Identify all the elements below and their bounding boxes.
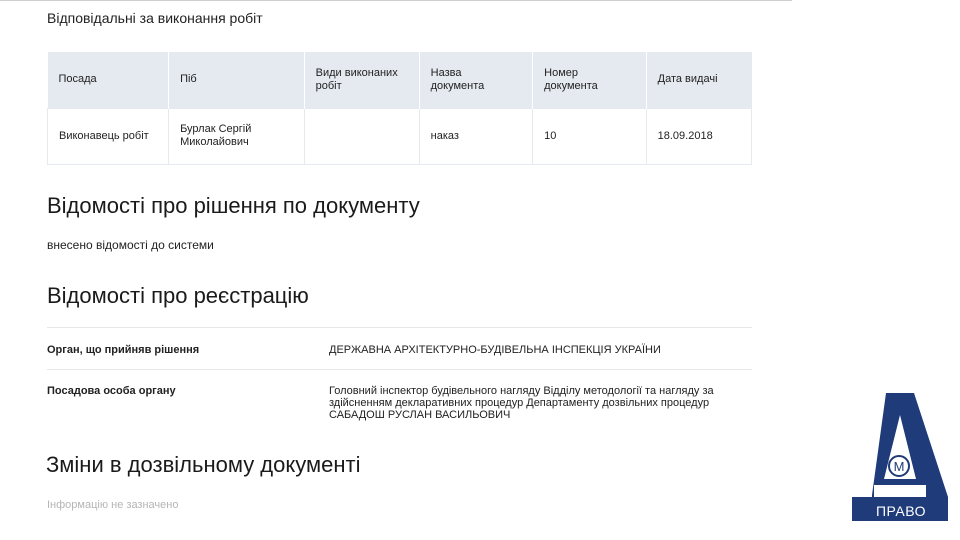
column-header-doc-name-text: Назва документа	[430, 66, 485, 92]
column-header-position: Посада	[47, 52, 170, 108]
decision-heading: Відомості про рішення по документу	[47, 193, 420, 218]
top-divider	[0, 0, 792, 1]
logo-text: ПРАВО	[875, 503, 927, 519]
changes-heading: Зміни в дозвільному документі	[46, 452, 361, 477]
registration-row-authority: Орган, що прийняв рішення ДЕРЖАВНА АРХІТ…	[47, 327, 752, 369]
registration-heading: Відомості про реєстрацію	[47, 283, 309, 308]
column-header-work-types: Види виконаних робіт	[304, 52, 420, 108]
responsible-table: Посада Піб Види виконаних робіт Назва до…	[46, 52, 753, 165]
column-header-doc-number-text: Номер документа	[544, 66, 598, 92]
cell-name-text: Бурлак Сергій Миколайович	[180, 123, 252, 148]
cell-name: Бурлак Сергій Миколайович	[168, 107, 305, 165]
table-header-row: Посада Піб Види виконаних робіт Назва до…	[47, 52, 752, 108]
registration-row-official: Посадова особа органу Головний інспектор…	[47, 369, 752, 429]
authority-value: ДЕРЖАВНА АРХІТЕКТУРНО-БУДІВЕЛЬНА ІНСПЕКЦ…	[329, 344, 661, 356]
column-header-issue-date: Дата видачі	[646, 52, 752, 108]
column-header-name: Піб	[168, 52, 305, 108]
logo-inner-bar	[874, 485, 926, 497]
decision-text: внесено відомості до системи	[47, 238, 214, 252]
official-value: Головний інспектор будівельного нагляду …	[329, 385, 714, 421]
changes-empty-text: Інформацію не зазначено	[47, 499, 179, 511]
logo-letter: М	[894, 459, 905, 474]
official-label: Посадова особа органу	[47, 385, 176, 397]
column-header-doc-number: Номер документа	[532, 52, 647, 108]
cell-doc-number: 10	[532, 107, 647, 165]
cell-issue-date: 18.09.2018	[645, 107, 753, 165]
authority-label: Орган, що прийняв рішення	[47, 344, 200, 356]
column-header-doc-name: Назва документа	[419, 52, 534, 108]
cell-doc-name: наказ	[418, 107, 534, 165]
cell-position: Виконавець робіт	[46, 107, 170, 165]
responsible-title: Відповідальні за виконання робіт	[47, 10, 263, 26]
column-header-work-types-text: Види виконаних робіт	[315, 66, 398, 92]
pravo-logo: М	[852, 393, 948, 521]
table-row: Виконавець робіт Бурлак Сергій Миколайов…	[46, 107, 753, 165]
cell-work-types	[303, 107, 420, 165]
